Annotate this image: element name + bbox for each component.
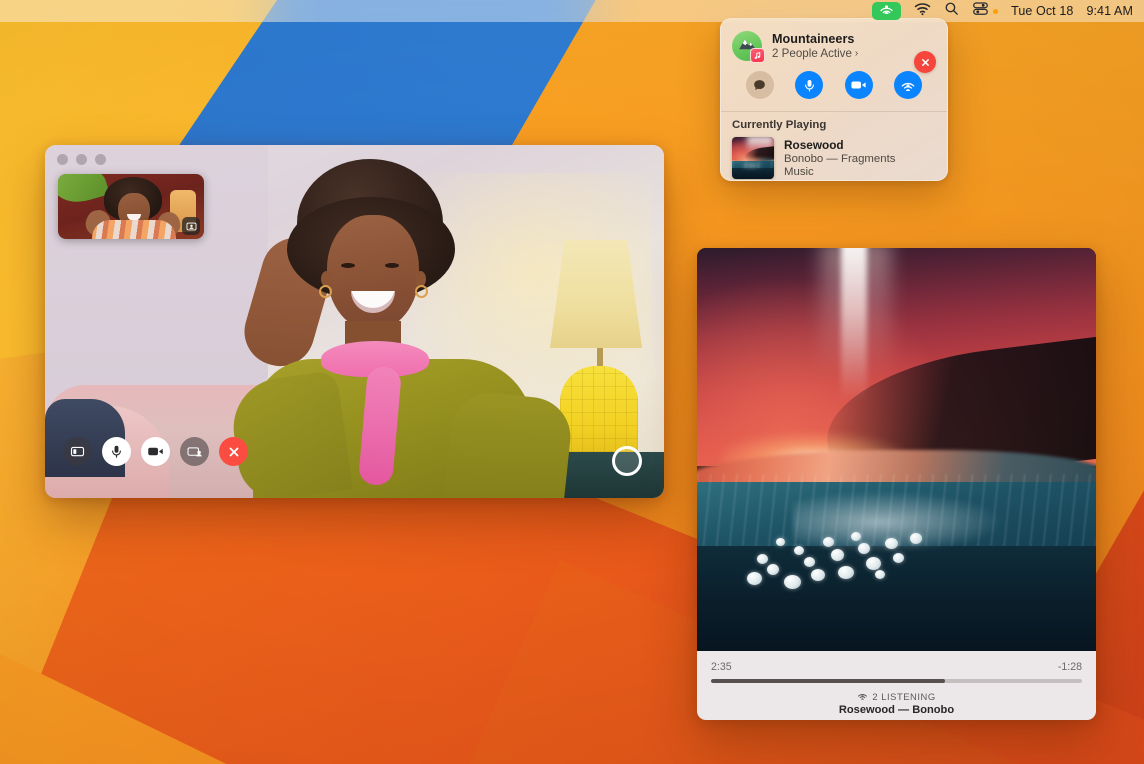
listening-status: 2 LISTENING bbox=[711, 690, 1082, 703]
playback-progress-fill bbox=[711, 679, 945, 683]
menubar-control-center[interactable] bbox=[972, 0, 998, 22]
listening-count-label: 2 LISTENING bbox=[872, 691, 935, 702]
menubar-date[interactable]: Tue Oct 18 bbox=[1011, 0, 1073, 22]
zoom-button[interactable] bbox=[95, 154, 106, 165]
track-artist-album: Bonobo — Fragments bbox=[784, 153, 895, 165]
recording-ring-icon[interactable] bbox=[612, 446, 642, 476]
music-note-icon bbox=[750, 48, 765, 63]
shareplay-icon bbox=[857, 690, 868, 703]
music-playback-window[interactable]: 2:35 -1:28 2 LISTENING Rosewood — Bonobo bbox=[697, 248, 1096, 720]
currently-playing-row[interactable]: Rosewood Bonobo — Fragments Music bbox=[732, 137, 936, 179]
album-artwork-thumbnail bbox=[732, 137, 774, 179]
close-button[interactable] bbox=[57, 154, 68, 165]
menu-bar: Tue Oct 18 9:41 AM bbox=[0, 0, 1144, 22]
messages-button[interactable] bbox=[746, 71, 774, 99]
currently-playing-section: Currently Playing Rosewood bbox=[721, 112, 947, 181]
playback-times: 2:35 -1:28 bbox=[711, 661, 1082, 673]
currently-playing-label: Currently Playing bbox=[732, 119, 936, 131]
minimize-button[interactable] bbox=[76, 154, 87, 165]
menubar-clock[interactable]: 9:41 AM bbox=[1086, 0, 1133, 22]
track-source-app: Music bbox=[784, 166, 895, 178]
track-title: Rosewood bbox=[784, 138, 895, 152]
facetime-control-bar[interactable] bbox=[63, 437, 248, 466]
person-card-icon bbox=[182, 217, 200, 235]
menubar-shareplay-status[interactable] bbox=[872, 2, 901, 20]
popover-header: Mountaineers 2 People Active › bbox=[721, 19, 947, 61]
window-traffic-lights[interactable] bbox=[57, 154, 106, 165]
wifi-icon bbox=[914, 2, 931, 21]
popover-title: Mountaineers bbox=[772, 32, 858, 46]
avatar bbox=[732, 31, 762, 61]
control-center-alert-dot bbox=[993, 9, 998, 14]
shareplay-popover[interactable]: Mountaineers 2 People Active › bbox=[720, 18, 948, 181]
facetime-call-window[interactable] bbox=[45, 145, 664, 498]
menubar-wifi[interactable] bbox=[914, 0, 931, 22]
menubar-spotlight-search[interactable] bbox=[944, 0, 959, 22]
shareplay-button[interactable] bbox=[180, 437, 209, 466]
remaining-time: -1:28 bbox=[1058, 661, 1082, 673]
end-call-button[interactable] bbox=[219, 437, 248, 466]
microphone-button[interactable] bbox=[795, 71, 823, 99]
facetime-self-view[interactable] bbox=[58, 174, 204, 239]
search-icon bbox=[944, 1, 959, 21]
video-button[interactable] bbox=[141, 437, 170, 466]
foam-detail bbox=[737, 522, 984, 603]
playback-progress-slider[interactable] bbox=[711, 679, 1082, 683]
popover-subtitle[interactable]: 2 People Active › bbox=[772, 47, 858, 60]
shareplay-icon bbox=[879, 1, 894, 21]
elapsed-time: 2:35 bbox=[711, 661, 732, 673]
popover-subtitle-text: 2 People Active bbox=[772, 47, 852, 60]
sidebar-toggle-button[interactable] bbox=[63, 437, 92, 466]
album-artwork bbox=[697, 248, 1096, 651]
microphone-button[interactable] bbox=[102, 437, 131, 466]
desktop-screen: Tue Oct 18 9:41 AM bbox=[0, 0, 1144, 764]
video-button[interactable] bbox=[845, 71, 873, 99]
now-playing-label: Rosewood — Bonobo bbox=[711, 704, 1082, 716]
playback-bar: 2:35 -1:28 2 LISTENING Rosewood — Bonobo bbox=[697, 651, 1096, 720]
popover-action-row bbox=[721, 61, 947, 111]
chevron-right-icon: › bbox=[855, 49, 858, 59]
control-center-icon bbox=[972, 1, 989, 21]
shareplay-button[interactable] bbox=[894, 71, 922, 99]
leave-call-button[interactable] bbox=[914, 51, 936, 73]
